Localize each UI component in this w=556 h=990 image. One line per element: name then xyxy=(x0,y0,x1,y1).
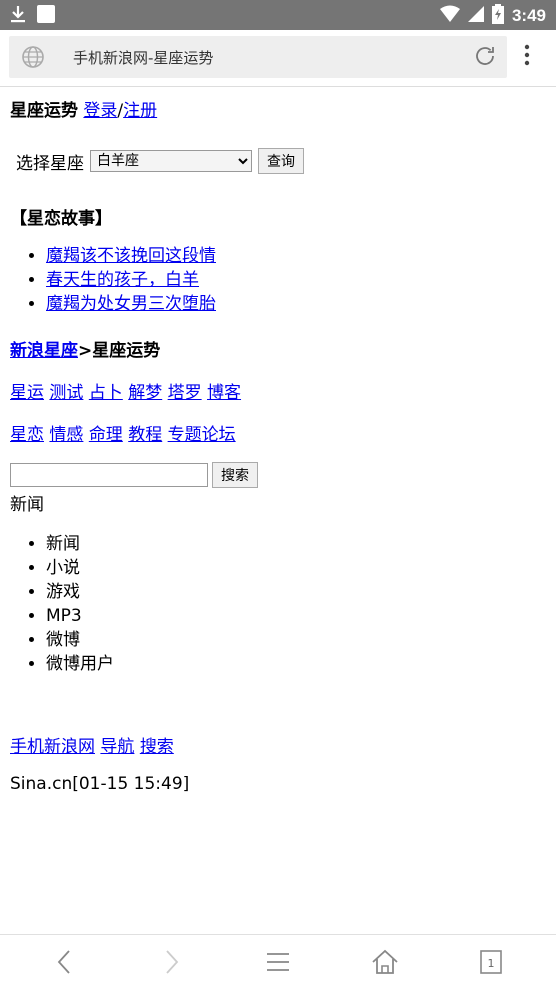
home-icon[interactable] xyxy=(371,949,399,979)
search-category-label: 新闻 xyxy=(10,495,44,515)
breadcrumb: 新浪星座>星座运势 xyxy=(10,336,160,361)
list-item[interactable]: 微博 xyxy=(46,628,114,652)
select-label: 选择星座 xyxy=(16,153,84,174)
tabs-icon[interactable]: 1 xyxy=(479,949,503,979)
status-bar: 3:49 xyxy=(0,0,556,30)
footer-links: 手机新浪网 导航 搜索 xyxy=(10,732,174,757)
menu-icon[interactable] xyxy=(265,949,291,979)
nav-link-mingli[interactable]: 命理 xyxy=(89,425,123,445)
overflow-menu-icon[interactable] xyxy=(524,44,530,70)
list-item[interactable]: 小说 xyxy=(46,556,114,580)
story-title: 【星恋故事】 xyxy=(10,209,112,229)
footer-stamp: Sina.cn[01-15 15:49] xyxy=(10,774,190,794)
login-link[interactable]: 登录 xyxy=(83,101,117,121)
page-title: 手机新浪网-星座运势 xyxy=(73,49,214,67)
footer-link-search[interactable]: 搜索 xyxy=(140,737,174,757)
nav-link-zhanbu[interactable]: 占卜 xyxy=(89,383,123,403)
breadcrumb-current: >星座运势 xyxy=(78,341,161,361)
refresh-icon[interactable] xyxy=(473,44,497,72)
register-link[interactable]: 注册 xyxy=(123,101,157,121)
nav-links-row1: 星运 测试 占卜 解梦 塔罗 博客 xyxy=(10,378,241,403)
section-title: 星座运势 xyxy=(10,101,78,121)
wifi-icon xyxy=(439,5,460,27)
nav-link-ceshi[interactable]: 测试 xyxy=(49,383,83,403)
nav-links-row2: 星恋 情感 命理 教程 专题论坛 xyxy=(10,420,236,445)
list-item: 魔羯该不该挽回这段情 xyxy=(46,244,216,268)
nav-link-qinggan[interactable]: 情感 xyxy=(49,425,83,445)
nav-link-forum[interactable]: 专题论坛 xyxy=(168,425,236,445)
nav-link-jiemeng[interactable]: 解梦 xyxy=(128,383,162,403)
story-list: 魔羯该不该挽回这段情 春天生的孩子，白羊 魔羯为处女男三次堕胎 xyxy=(10,244,216,316)
address-bar[interactable]: 手机新浪网-星座运势 xyxy=(9,36,507,78)
photo-icon xyxy=(36,4,56,28)
sign-selector-row: 选择星座 白羊座 查询 xyxy=(16,148,304,174)
download-icon xyxy=(10,5,26,27)
story-link[interactable]: 魔羯为处女男三次堕胎 xyxy=(46,294,216,314)
back-icon[interactable] xyxy=(54,949,76,979)
signal-icon xyxy=(467,5,484,27)
battery-icon xyxy=(491,4,504,28)
nav-link-taluo[interactable]: 塔罗 xyxy=(168,383,202,403)
nav-link-jiaocheng[interactable]: 教程 xyxy=(128,425,162,445)
nav-link-xingyun[interactable]: 星运 xyxy=(10,383,44,403)
list-item[interactable]: 游戏 xyxy=(46,580,114,604)
list-item: 春天生的孩子，白羊 xyxy=(46,268,216,292)
browser-bottom-nav: 1 xyxy=(0,934,556,990)
list-item[interactable]: 微博用户 xyxy=(46,652,114,676)
zodiac-select[interactable]: 白羊座 xyxy=(90,150,252,172)
nav-link-boke[interactable]: 博客 xyxy=(207,383,241,403)
tab-count: 1 xyxy=(488,957,495,970)
footer-link-home[interactable]: 手机新浪网 xyxy=(10,737,95,757)
search-input[interactable] xyxy=(10,463,208,487)
header-row: 星座运势 登录/注册 xyxy=(10,96,157,121)
list-item: 魔羯为处女男三次堕胎 xyxy=(46,292,216,316)
footer-link-nav[interactable]: 导航 xyxy=(100,737,134,757)
story-link[interactable]: 春天生的孩子，白羊 xyxy=(46,270,199,290)
list-item[interactable]: 新闻 xyxy=(46,532,114,556)
globe-icon xyxy=(21,45,45,73)
list-item[interactable]: MP3 xyxy=(46,604,114,628)
browser-toolbar: 手机新浪网-星座运势 xyxy=(0,30,556,87)
search-category-list: 新闻 小说 游戏 MP3 微博 微博用户 xyxy=(10,532,114,676)
search-row: 搜索 xyxy=(10,462,258,488)
nav-link-xinglian[interactable]: 星恋 xyxy=(10,425,44,445)
search-button[interactable]: 搜索 xyxy=(212,462,258,488)
status-time: 3:49 xyxy=(511,6,546,25)
forward-icon[interactable] xyxy=(160,949,182,979)
story-link[interactable]: 魔羯该不该挽回这段情 xyxy=(46,246,216,266)
breadcrumb-home-link[interactable]: 新浪星座 xyxy=(10,341,78,361)
query-button[interactable]: 查询 xyxy=(258,148,304,174)
